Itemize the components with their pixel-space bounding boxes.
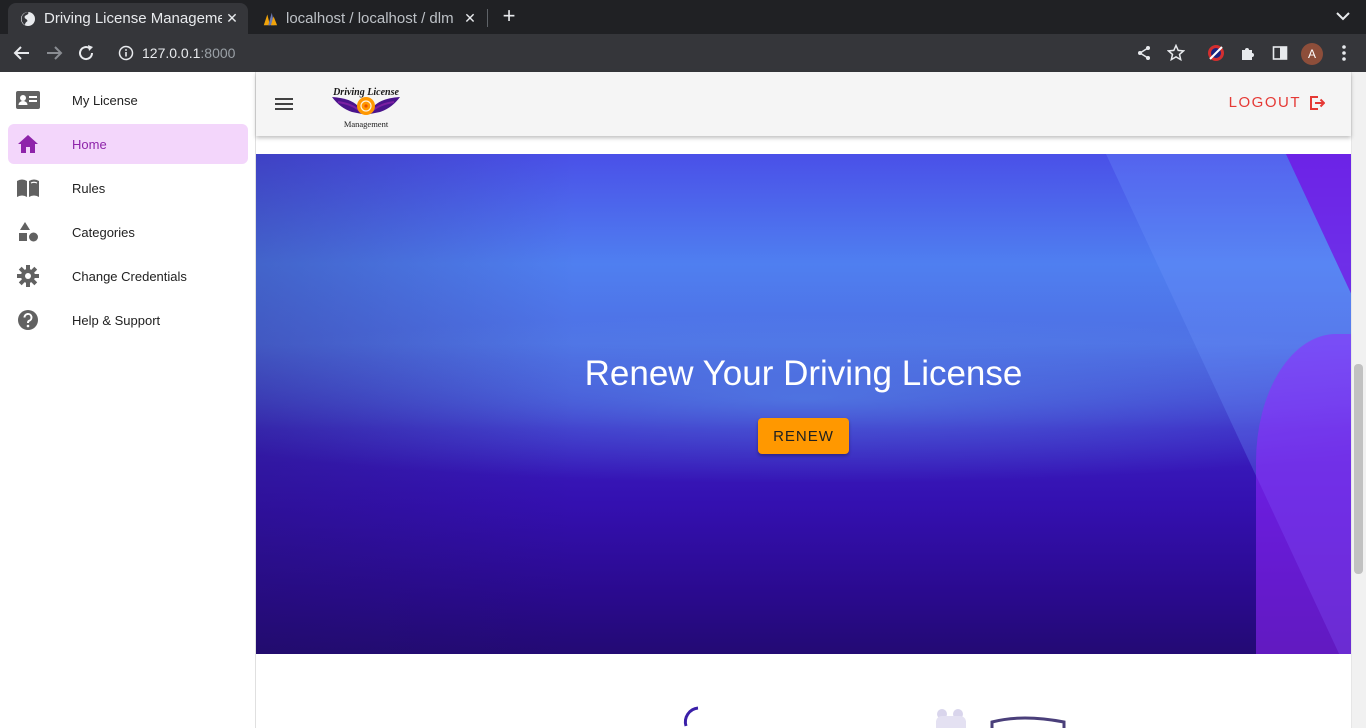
tab-search-icon[interactable] <box>1336 8 1350 26</box>
sidebar-item-home[interactable]: Home <box>8 124 248 164</box>
back-icon[interactable] <box>12 43 32 63</box>
globe-icon <box>20 11 36 27</box>
sidebar: My License Home Rules Categories Change … <box>0 72 256 728</box>
logout-icon <box>1310 95 1325 110</box>
tab-divider <box>487 9 488 27</box>
extension-blocker-icon[interactable] <box>1206 43 1226 63</box>
side-panel-icon[interactable] <box>1270 43 1290 63</box>
forward-icon[interactable] <box>44 43 64 63</box>
bookmark-star-icon[interactable] <box>1166 43 1186 63</box>
extensions-puzzle-icon[interactable] <box>1238 43 1258 63</box>
browser-tab-inactive[interactable]: localhost / localhost / dlm ✕ <box>250 3 486 34</box>
address-bar[interactable]: 127.0.0.1:8000 <box>142 43 235 63</box>
sidebar-item-label: Categories <box>72 224 135 240</box>
logout-button[interactable]: LOGOUT <box>1229 94 1325 111</box>
sidebar-item-categories[interactable]: Categories <box>8 212 248 252</box>
features-section <box>256 654 1351 728</box>
sidebar-item-rules[interactable]: Rules <box>8 168 248 208</box>
help-icon <box>16 308 40 332</box>
renew-button[interactable]: RENEW <box>758 418 849 454</box>
app-logo[interactable]: Driving License Management <box>322 86 410 130</box>
feature-illustration-right <box>936 709 1066 728</box>
share-icon[interactable] <box>1134 43 1154 63</box>
id-card-icon <box>16 88 40 112</box>
sidebar-item-label: Rules <box>72 180 106 196</box>
shapes-icon <box>16 220 40 244</box>
hero-shade <box>256 154 576 654</box>
browser-menu-icon[interactable] <box>1334 43 1354 63</box>
phpmyadmin-icon <box>262 11 278 27</box>
sidebar-item-label: My License <box>72 92 138 108</box>
svg-text:Management: Management <box>344 119 389 129</box>
book-icon <box>16 176 40 200</box>
gear-icon <box>16 264 40 288</box>
page-scrollbar-thumb[interactable] <box>1354 364 1363 574</box>
sidebar-item-my-license[interactable]: My License <box>8 80 248 120</box>
url-host: 127.0.0.1 <box>142 45 201 61</box>
new-tab-button[interactable]: + <box>498 5 520 29</box>
sidebar-item-label: Help & Support <box>72 312 161 328</box>
site-info-icon[interactable] <box>116 43 136 63</box>
sidebar-item-label: Home <box>72 136 107 152</box>
close-tab-icon[interactable]: ✕ <box>222 10 242 27</box>
hero-banner: Renew Your Driving License RENEW <box>256 154 1351 654</box>
app-bar: Driving License Management LOGOUT <box>256 72 1351 136</box>
browser-tab-strip: Driving License Management ✕ localhost /… <box>0 0 1366 34</box>
browser-tab-title: localhost / localhost / dlm <box>286 10 454 27</box>
sidebar-item-change-credentials[interactable]: Change Credentials <box>8 256 248 296</box>
logout-label: LOGOUT <box>1228 94 1301 111</box>
feature-illustration-left <box>683 706 699 727</box>
browser-toolbar: 127.0.0.1:8000 <box>0 34 1366 72</box>
sidebar-item-help-support[interactable]: Help & Support <box>8 300 248 340</box>
sidebar-item-label: Change Credentials <box>72 268 187 284</box>
home-icon <box>16 132 40 156</box>
hero-title: Renew Your Driving License <box>584 354 1023 393</box>
svg-text:Driving License: Driving License <box>332 87 399 98</box>
reload-icon[interactable] <box>76 43 96 63</box>
url-port: :8000 <box>200 45 236 61</box>
profile-avatar[interactable]: A <box>1301 43 1323 65</box>
browser-tab-active[interactable]: Driving License Management ✕ <box>8 3 248 34</box>
close-tab-icon[interactable]: ✕ <box>460 10 480 27</box>
browser-tab-title: Driving License Management <box>44 10 222 27</box>
menu-toggle-button[interactable] <box>274 94 294 114</box>
